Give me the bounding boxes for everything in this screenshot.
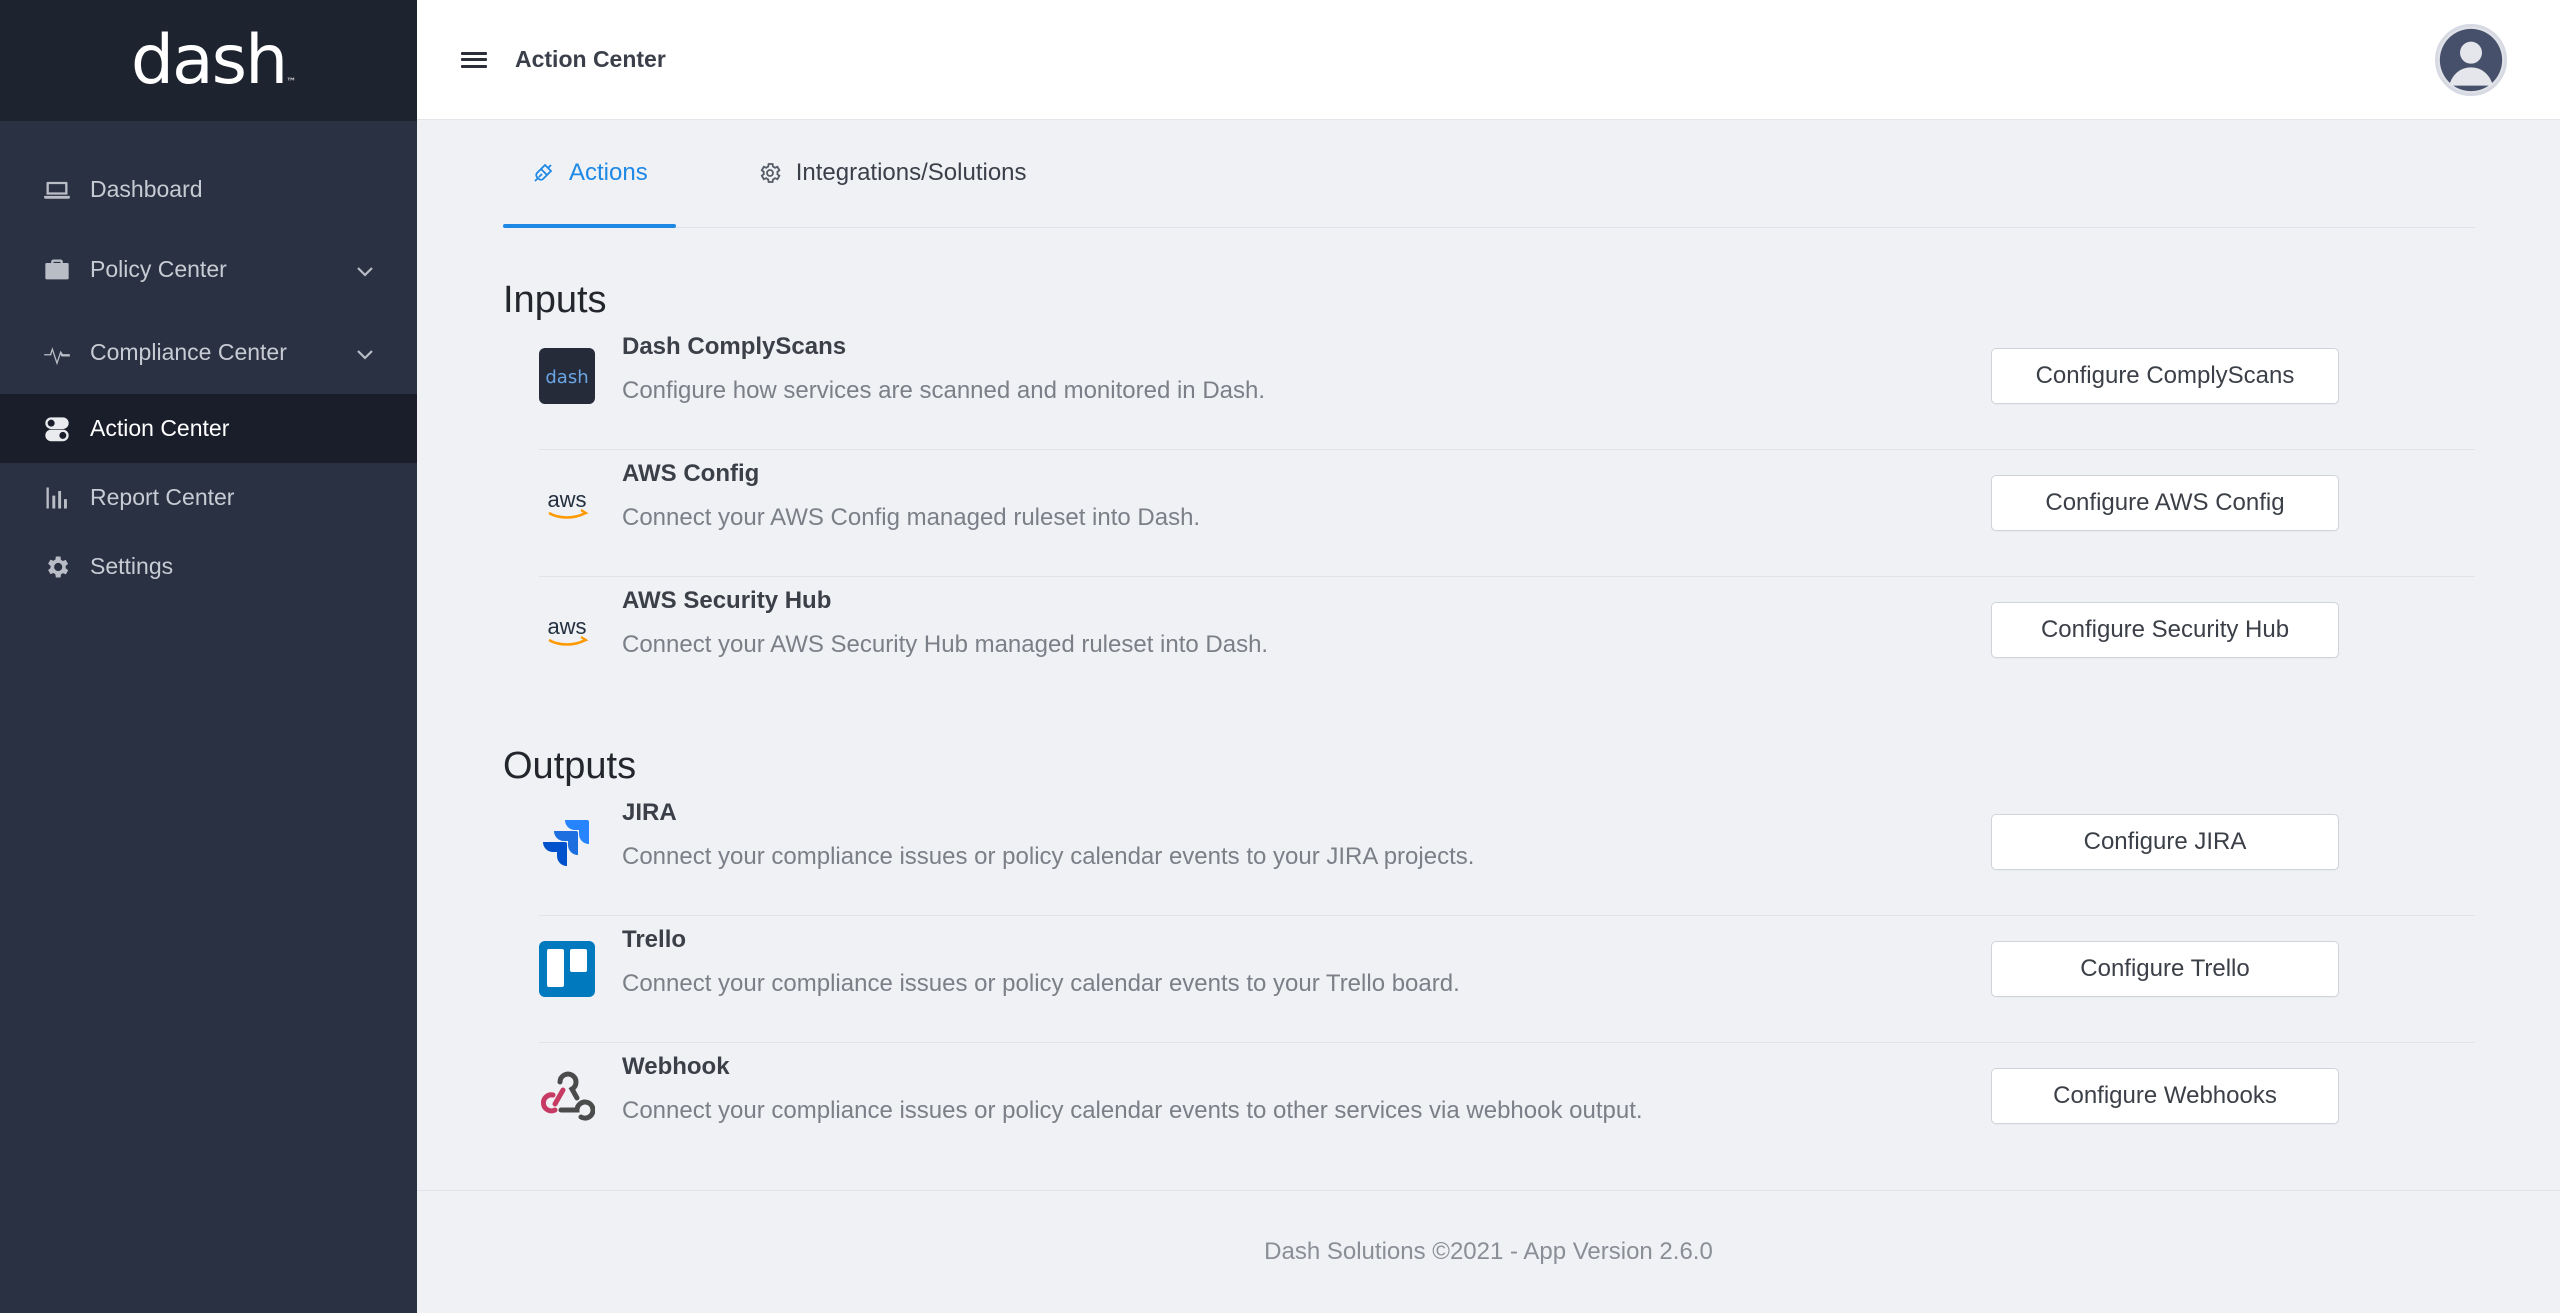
main-content: Actions Integrations/Solutions Inputs da… bbox=[503, 120, 2475, 1170]
integration-description: Connect your AWS Config managed ruleset … bbox=[622, 504, 1201, 531]
heartbeat-icon bbox=[42, 338, 72, 368]
footer-text: Dash Solutions ©2021 - App Version 2.6.0 bbox=[1264, 1238, 1713, 1265]
configure-security-hub-button[interactable]: Configure Security Hub bbox=[1991, 602, 2339, 658]
gear-icon bbox=[758, 161, 782, 185]
sidebar-nav: Dashboard Policy Center Compliance Cente… bbox=[0, 151, 417, 601]
toggle-icon bbox=[42, 414, 72, 444]
sidebar-item-report-center[interactable]: Report Center bbox=[0, 463, 417, 532]
gear-icon bbox=[42, 552, 72, 582]
svg-text:dash: dash bbox=[545, 367, 588, 388]
configure-webhooks-button[interactable]: Configure Webhooks bbox=[1991, 1068, 2339, 1124]
topbar: Action Center bbox=[417, 0, 2560, 120]
configure-aws-config-button[interactable]: Configure AWS Config bbox=[1991, 475, 2339, 531]
sidebar-item-settings[interactable]: Settings bbox=[0, 532, 417, 601]
integration-description: Connect your compliance issues or policy… bbox=[622, 843, 1475, 870]
list-item-jira: JIRA Connect your compliance issues or p… bbox=[539, 789, 2475, 916]
aws-logo: aws bbox=[539, 475, 595, 531]
sidebar-item-label: Dashboard bbox=[90, 176, 203, 202]
integration-description: Connect your AWS Security Hub managed ru… bbox=[622, 631, 1269, 658]
integration-description: Connect your compliance issues or policy… bbox=[622, 1097, 1643, 1124]
bar-chart-icon bbox=[42, 483, 72, 513]
integration-name: AWS Security Hub bbox=[622, 587, 832, 614]
sidebar-item-label: Report Center bbox=[90, 484, 235, 510]
integration-description: Configure how services are scanned and m… bbox=[622, 377, 1266, 404]
configure-complyscans-button[interactable]: Configure ComplyScans bbox=[1991, 348, 2339, 404]
sidebar-item-label: Compliance Center bbox=[90, 339, 287, 365]
tab-label: Actions bbox=[569, 159, 648, 186]
briefcase-icon bbox=[42, 255, 72, 285]
integration-description: Connect your compliance issues or policy… bbox=[622, 970, 1460, 997]
integration-name: AWS Config bbox=[622, 460, 760, 487]
dash-logo[interactable]: dash ™ bbox=[131, 21, 296, 100]
list-item-dash-complyscans: dash Dash ComplyScans Configure how serv… bbox=[539, 323, 2475, 450]
laptop-icon bbox=[42, 175, 72, 205]
webhook-logo bbox=[539, 1068, 595, 1124]
configure-trello-button[interactable]: Configure Trello bbox=[1991, 941, 2339, 997]
integration-name: Dash ComplyScans bbox=[622, 333, 847, 360]
trello-logo bbox=[539, 941, 595, 997]
inputs-list: dash Dash ComplyScans Configure how serv… bbox=[539, 323, 2475, 704]
page-title: Action Center bbox=[515, 46, 666, 72]
sidebar: dash ™ Dashboard Policy Center Compliance… bbox=[0, 0, 417, 1313]
sidebar-item-label: Settings bbox=[90, 553, 174, 579]
list-item-aws-config: aws AWS Config Connect your AWS Config m… bbox=[539, 450, 2475, 577]
chevron-down-icon[interactable] bbox=[355, 260, 375, 280]
outputs-heading: Outputs bbox=[503, 745, 637, 787]
sidebar-item-action-center[interactable]: Action Center bbox=[0, 394, 417, 463]
sidebar-item-dashboard[interactable]: Dashboard bbox=[0, 151, 417, 228]
chevron-down-icon[interactable] bbox=[355, 343, 375, 363]
svg-text:aws: aws bbox=[547, 614, 586, 639]
inputs-heading: Inputs bbox=[503, 279, 607, 321]
tab-bar: Actions Integrations/Solutions bbox=[503, 120, 2475, 228]
aws-logo: aws bbox=[539, 602, 595, 658]
sidebar-item-policy-center[interactable]: Policy Center bbox=[0, 228, 417, 311]
dash-logo: dash bbox=[539, 348, 595, 404]
list-item-webhook: Webhook Connect your compliance issues o… bbox=[539, 1043, 2475, 1170]
configure-jira-button[interactable]: Configure JIRA bbox=[1991, 814, 2339, 870]
jira-logo bbox=[539, 814, 595, 870]
svg-text:aws: aws bbox=[547, 487, 586, 512]
list-item-aws-security-hub: aws AWS Security Hub Connect your AWS Se… bbox=[539, 577, 2475, 704]
outputs-list: JIRA Connect your compliance issues or p… bbox=[539, 789, 2475, 1170]
integration-name: JIRA bbox=[622, 799, 677, 826]
avatar[interactable] bbox=[2435, 24, 2507, 96]
integration-name: Webhook bbox=[622, 1053, 730, 1080]
sidebar-item-label: Action Center bbox=[90, 415, 230, 441]
tab-label: Integrations/Solutions bbox=[795, 159, 1027, 186]
brand-header: dash ™ bbox=[0, 0, 417, 121]
integration-name: Trello bbox=[622, 926, 687, 953]
list-item-trello: Trello Connect your compliance issues or… bbox=[539, 916, 2475, 1043]
tab-integrations[interactable]: Integrations/Solutions bbox=[730, 119, 1055, 227]
footer: Dash Solutions ©2021 - App Version 2.6.0 bbox=[417, 1190, 2560, 1313]
sidebar-item-label: Policy Center bbox=[90, 256, 227, 282]
sidebar-item-compliance-center[interactable]: Compliance Center bbox=[0, 311, 417, 394]
tab-actions[interactable]: Actions bbox=[503, 119, 676, 228]
menu-icon[interactable] bbox=[461, 49, 487, 71]
plug-icon bbox=[531, 161, 555, 185]
